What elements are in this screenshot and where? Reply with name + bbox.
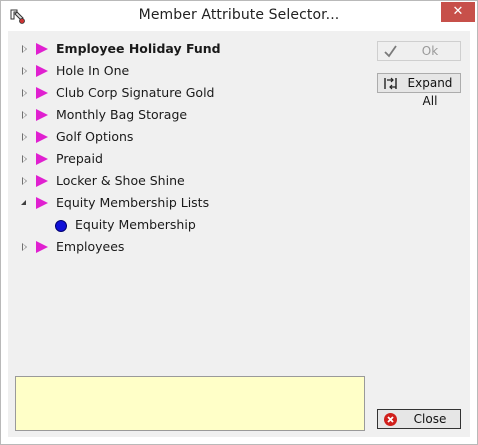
tree-item-label: Golf Options — [56, 129, 134, 144]
tree-item[interactable]: Hole In One — [15, 60, 365, 82]
blue-dot-icon — [55, 220, 67, 232]
expand-all-icon — [384, 77, 397, 90]
tree-item[interactable]: Equity Membership Lists — [15, 192, 365, 214]
expand-all-button-label: Expand All — [407, 76, 453, 108]
tree-item[interactable]: Employee Holiday Fund — [15, 38, 365, 60]
attribute-tree[interactable]: Employee Holiday Fund Hole In One Club Cor… — [15, 38, 365, 372]
collapsed-arrow-icon[interactable] — [22, 67, 27, 75]
collapsed-arrow-icon[interactable] — [22, 155, 27, 163]
tree-child-item[interactable]: Equity Membership — [15, 214, 365, 236]
flag-icon — [36, 87, 48, 99]
flag-icon — [36, 109, 48, 121]
tree-item[interactable]: Club Corp Signature Gold — [15, 82, 365, 104]
collapsed-arrow-icon[interactable] — [22, 111, 27, 119]
ok-button[interactable]: Ok — [377, 41, 461, 61]
tree-item[interactable]: Locker & Shoe Shine — [15, 170, 365, 192]
flag-icon — [36, 197, 48, 209]
tree-item-label: Prepaid — [56, 151, 103, 166]
tree-item-label: Employees — [56, 239, 125, 254]
dialog-window: Member Attribute Selector... ✕ Employee … — [0, 0, 478, 445]
tree-item-label: Monthly Bag Storage — [56, 107, 188, 122]
tree-item[interactable]: Golf Options — [15, 126, 365, 148]
collapsed-arrow-icon[interactable] — [22, 45, 27, 53]
notes-field[interactable] — [15, 376, 365, 431]
ok-button-label: Ok — [421, 44, 439, 58]
flag-icon — [36, 175, 48, 187]
collapsed-arrow-icon[interactable] — [22, 177, 27, 185]
flag-icon — [36, 153, 48, 165]
collapsed-arrow-icon[interactable] — [22, 89, 27, 97]
tree-item-label: Locker & Shoe Shine — [56, 173, 185, 188]
flag-icon — [36, 241, 48, 253]
collapsed-arrow-icon[interactable] — [22, 133, 27, 141]
tree-item-label: Hole In One — [56, 63, 130, 78]
tree-item-label: Equity Membership Lists — [56, 195, 210, 210]
flag-icon — [36, 65, 48, 77]
tree-item-label: Equity Membership — [75, 217, 196, 232]
tree-item-label: Employee Holiday Fund — [56, 41, 221, 56]
collapsed-arrow-icon[interactable] — [22, 243, 27, 251]
flag-icon — [36, 43, 48, 55]
checkmark-icon — [384, 45, 397, 58]
title-bar[interactable]: Member Attribute Selector... ✕ — [1, 1, 477, 31]
window-title: Member Attribute Selector... — [138, 7, 340, 23]
expanded-arrow-icon[interactable] — [21, 200, 26, 205]
tree-item[interactable]: Monthly Bag Storage — [15, 104, 365, 126]
red-x-circle-icon — [384, 413, 397, 426]
window-close-button[interactable]: ✕ — [441, 2, 475, 22]
close-icon: ✕ — [452, 4, 464, 19]
tree-item[interactable]: Employees — [15, 236, 365, 258]
close-button[interactable]: Close — [377, 409, 461, 429]
tree-item[interactable]: Prepaid — [15, 148, 365, 170]
dialog-body: Employee Holiday Fund Hole In One Club Cor… — [8, 31, 470, 437]
tree-item-label: Club Corp Signature Gold — [56, 85, 215, 100]
expand-all-button[interactable]: Expand All — [377, 73, 461, 108]
flag-icon — [36, 131, 48, 143]
close-button-label: Close — [413, 412, 447, 426]
